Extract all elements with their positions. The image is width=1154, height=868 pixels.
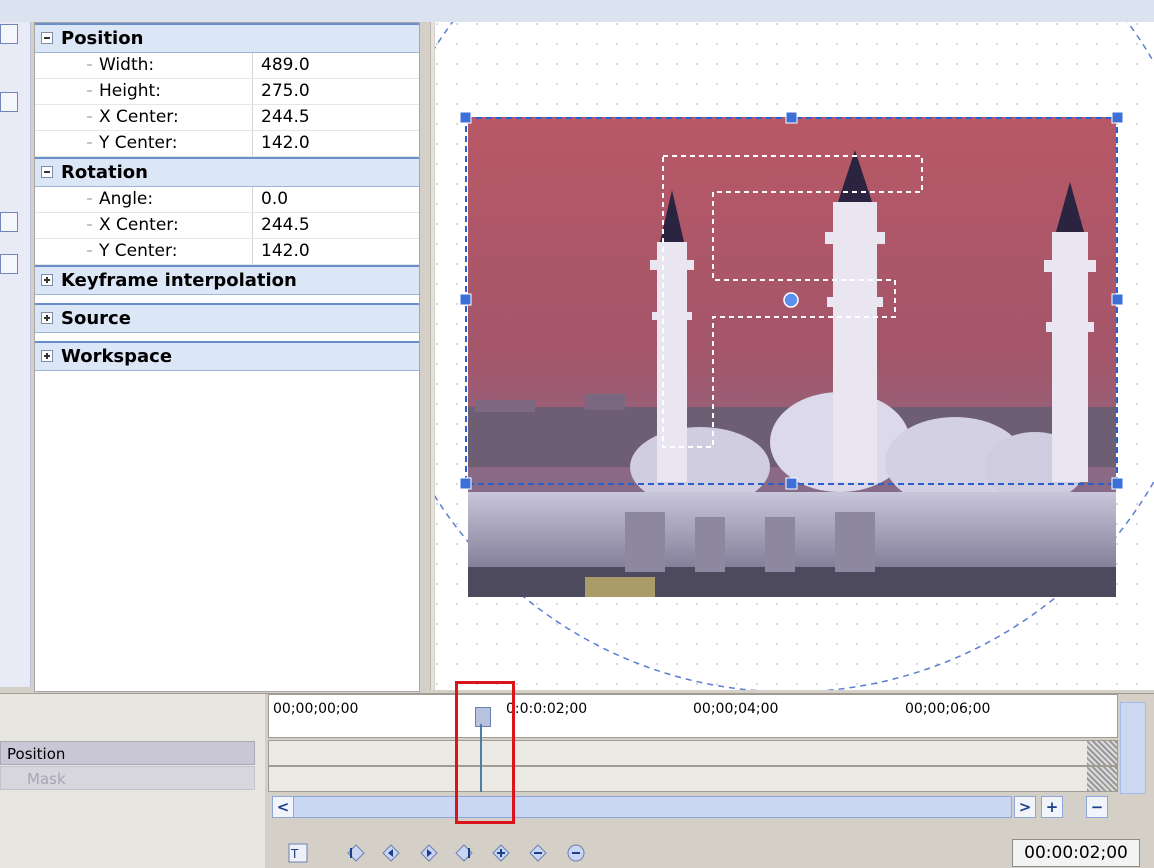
section-title: Keyframe interpolation [61, 270, 297, 291]
svg-text:T: T [290, 847, 299, 861]
property-value[interactable]: 142.0 [261, 131, 310, 156]
properties-panel: Position Width: 489.0 Height: 275.0 X Ce… [34, 22, 420, 692]
ruler-label: 00;00;04;00 [693, 701, 779, 717]
collapse-icon[interactable] [41, 32, 53, 44]
track-label-mask[interactable]: Mask [0, 766, 255, 790]
window-top-bar [0, 0, 1154, 22]
mask-keyframe-lane[interactable] [268, 766, 1118, 792]
property-value[interactable]: 244.5 [261, 213, 310, 238]
crop-tool-icon[interactable] [0, 212, 18, 232]
timecode-display[interactable]: 00:00:02;00 [1012, 839, 1140, 867]
section-title: Source [61, 308, 131, 329]
timeline-panel: Position Mask 00;00;00;00 0:0:0:02;00 00… [0, 693, 1154, 868]
sync-cursor-icon[interactable]: T [287, 842, 309, 864]
section-keyframe-interpolation[interactable]: Keyframe interpolation [35, 265, 419, 295]
prev-keyframe-icon[interactable] [380, 842, 402, 864]
expand-icon[interactable] [41, 350, 53, 362]
position-keyframe-lane[interactable] [268, 740, 1118, 766]
property-label: Y Center: [57, 239, 253, 264]
scroll-left-button[interactable]: < [272, 796, 294, 818]
section-title: Workspace [61, 346, 173, 367]
property-label: Height: [57, 79, 253, 104]
property-label: X Center: [57, 105, 253, 130]
property-value[interactable]: 142.0 [261, 239, 310, 264]
property-value[interactable]: 489.0 [261, 53, 310, 78]
property-row-x-center: X Center: 244.5 [35, 105, 419, 131]
section-rotation[interactable]: Rotation [35, 157, 419, 187]
tool-strip [0, 22, 31, 687]
property-value[interactable]: 0.0 [261, 187, 288, 212]
vertical-scrollbar[interactable] [1120, 702, 1146, 794]
property-value[interactable]: 244.5 [261, 105, 310, 130]
highlight-box [455, 681, 515, 824]
property-row-y-center: Y Center: 142.0 [35, 131, 419, 157]
section-title: Position [61, 28, 144, 49]
zoom-out-button[interactable]: − [1086, 796, 1108, 818]
collapse-icon[interactable] [41, 166, 53, 178]
property-row-angle: Angle: 0.0 [35, 187, 419, 213]
time-ruler[interactable]: 00;00;00;00 0:0:0:02;00 00;00;04;00 00;0… [268, 694, 1118, 738]
property-label: Width: [57, 53, 253, 78]
preview-canvas [435, 22, 1154, 690]
ruler-label: 00;00;06;00 [905, 701, 991, 717]
delete-keyframe-icon[interactable] [527, 842, 549, 864]
property-row-width: Width: 489.0 [35, 53, 419, 79]
first-keyframe-icon[interactable] [345, 842, 367, 864]
ruler-label: 00;00;00;00 [273, 701, 359, 717]
mosque-photo [468, 117, 1116, 597]
property-label: Angle: [57, 187, 253, 212]
property-label: Y Center: [57, 131, 253, 156]
last-keyframe-icon[interactable] [453, 842, 475, 864]
track-list: Position Mask [0, 694, 265, 868]
property-row-x-center: X Center: 244.5 [35, 213, 419, 239]
panel-splitter[interactable] [430, 22, 434, 690]
section-title: Rotation [61, 162, 148, 183]
next-keyframe-icon[interactable] [418, 842, 440, 864]
anchor-tool-icon[interactable] [0, 254, 18, 274]
track-label-position[interactable]: Position [0, 741, 255, 765]
section-position[interactable]: Position [35, 23, 419, 53]
property-row-height: Height: 275.0 [35, 79, 419, 105]
property-row-y-center: Y Center: 142.0 [35, 239, 419, 265]
remove-keyframe-icon[interactable] [565, 842, 587, 864]
zoom-tool-icon[interactable] [0, 92, 18, 112]
expand-icon[interactable] [41, 312, 53, 324]
property-label: X Center: [57, 213, 253, 238]
add-keyframe-icon[interactable] [490, 842, 512, 864]
timeline-scrollbar[interactable]: < [272, 796, 1012, 818]
scroll-right-button[interactable]: > [1014, 796, 1036, 818]
property-value[interactable]: 275.0 [261, 79, 310, 104]
section-workspace[interactable]: Workspace [35, 341, 419, 371]
center-handle[interactable] [783, 292, 799, 308]
zoom-in-button[interactable]: + [1041, 796, 1063, 818]
expand-icon[interactable] [41, 274, 53, 286]
pointer-tool-icon[interactable] [0, 24, 18, 44]
ruler-label: 0:0:0:02;00 [506, 701, 588, 717]
section-source[interactable]: Source [35, 303, 419, 333]
preview-workspace[interactable] [435, 22, 1154, 690]
